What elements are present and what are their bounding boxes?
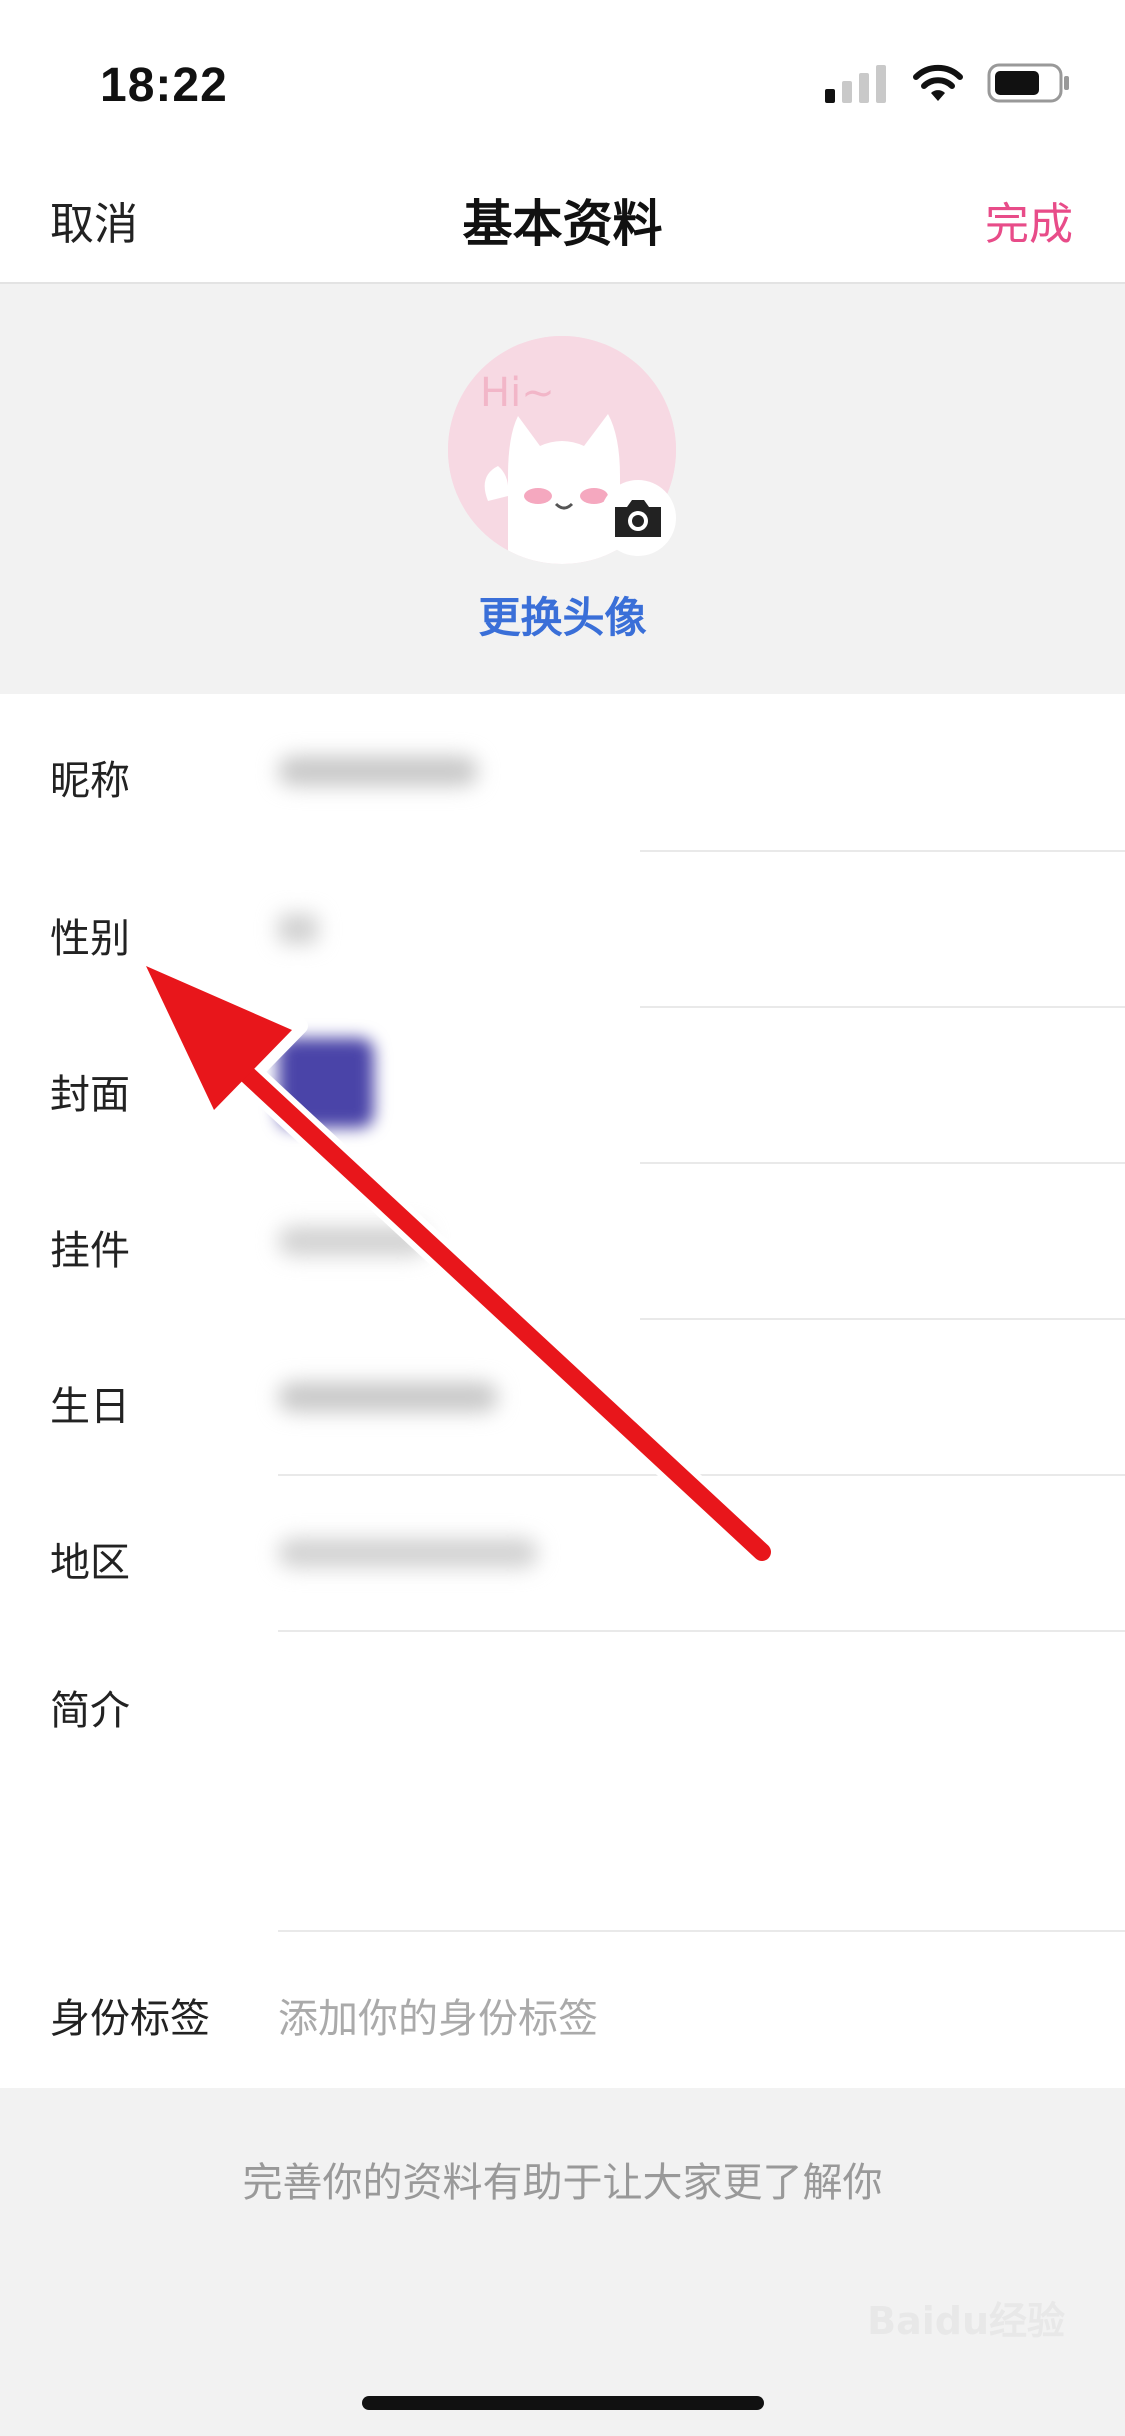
wifi-icon (913, 64, 963, 101)
row-nickname[interactable]: 昵称 (0, 694, 1125, 850)
identity-tag-input[interactable]: 添加你的身份标签 (278, 1986, 598, 2044)
row-pendant[interactable]: 挂件 (0, 1164, 1125, 1320)
row-cover[interactable]: 封面 (0, 1008, 1125, 1164)
region-label: 地区 (50, 1540, 130, 1586)
camera-icon[interactable] (600, 480, 676, 556)
home-indicator[interactable] (362, 2396, 764, 2410)
row-region[interactable]: 地区 (0, 1476, 1125, 1632)
identity-tag-label: 身份标签 (50, 1996, 210, 2042)
battery-icon (987, 63, 1069, 103)
row-identity-tag[interactable]: 身份标签 添加你的身份标签 (0, 1932, 1125, 2088)
footer-note: 完善你的资料有助于让大家更了解你 (242, 2160, 883, 2206)
row-gender[interactable]: 性别 (0, 852, 1125, 1008)
cellular-signal-icon (825, 65, 886, 103)
row-bio[interactable]: 简介 (0, 1632, 1125, 1932)
nickname-value[interactable] (278, 748, 478, 792)
page-title: 基本资料 (462, 195, 663, 253)
row-birthday[interactable]: 生日 (0, 1320, 1125, 1476)
profile-form: 昵称 性别 封面 挂件 生日 地区 简介 身份标签 添加你的身份标签 (0, 694, 1125, 2088)
cover-label: 封面 (50, 1072, 130, 1118)
cover-thumbnail[interactable] (278, 1038, 374, 1128)
gender-value[interactable] (278, 906, 318, 944)
gender-label: 性别 (50, 916, 130, 962)
avatar-greeting: Hi~ (480, 370, 555, 416)
pendant-value[interactable] (278, 1218, 428, 1256)
change-avatar-link[interactable]: 更换头像 (0, 584, 1125, 645)
done-button[interactable]: 完成 (985, 188, 1073, 252)
baidu-watermark: Baidu经验 (867, 2299, 1065, 2343)
status-icons (825, 62, 1071, 104)
navigation-bar: 取消 基本资料 完成 (0, 150, 1125, 284)
birthday-label: 生日 (50, 1384, 130, 1430)
avatar-section: Hi~ 更换头像 (0, 284, 1125, 694)
region-value[interactable] (278, 1530, 538, 1568)
nickname-label: 昵称 (50, 758, 130, 804)
status-bar: 18:22 (0, 0, 1125, 150)
bio-label: 简介 (50, 1688, 130, 1734)
birthday-value[interactable] (278, 1374, 498, 1412)
pendant-label: 挂件 (50, 1228, 130, 1274)
status-time: 18:22 (100, 59, 228, 112)
